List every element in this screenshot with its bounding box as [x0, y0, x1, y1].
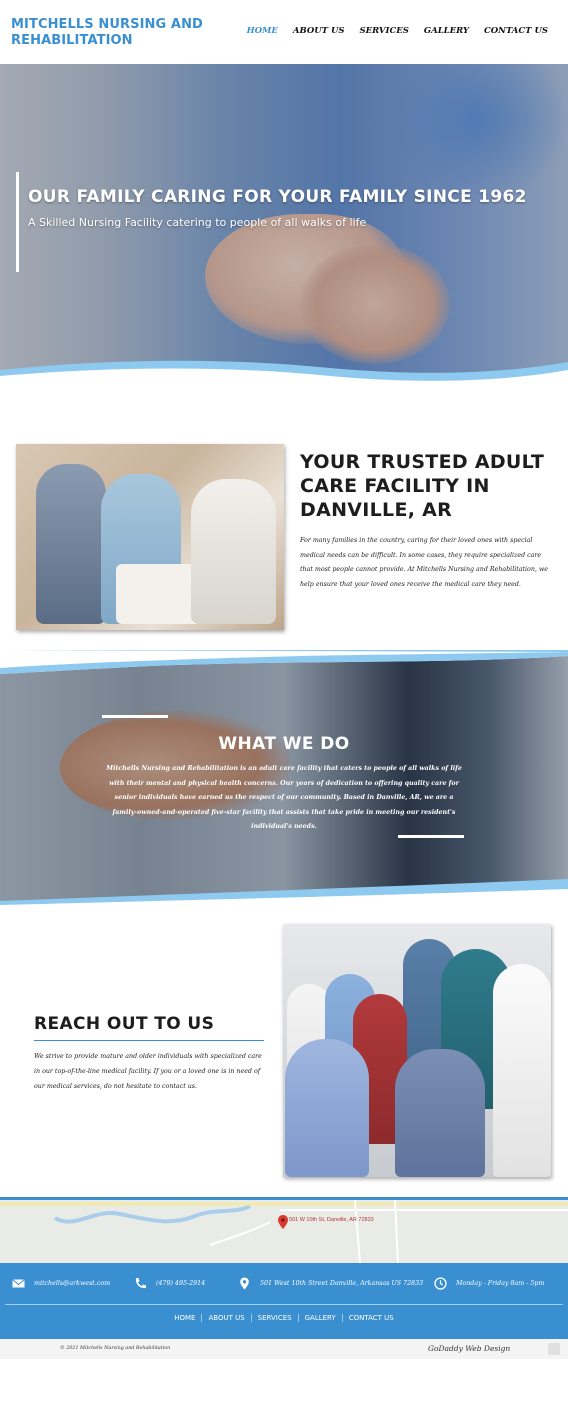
- footer-bottom-bar: © 2021 Mitchells Nursing and Rehabilitat…: [0, 1339, 568, 1359]
- photo-staff-member: [493, 964, 551, 1177]
- contact-bar: mitchells@arkwest.com (479) 495-2914 501…: [0, 1263, 568, 1339]
- contact-hours-text: Monday - Friday 8am - 5pm: [456, 1280, 545, 1287]
- what-we-do-section: WHAT WE DO Mitchells Nursing and Rehabil…: [0, 650, 568, 905]
- what-we-do-title: WHAT WE DO: [218, 734, 350, 754]
- medical-team-photo: [283, 924, 551, 1177]
- site-logo-text[interactable]: MITCHELLS NURSING AND REHABILITATION: [11, 17, 211, 49]
- site-header: MITCHELLS NURSING AND REHABILITATION HOM…: [0, 0, 568, 64]
- what-we-do-text: Mitchells Nursing and Rehabilitation is …: [106, 765, 462, 830]
- main-nav: HOME ABOUT US SERVICES GALLERY CONTACT U…: [247, 26, 548, 36]
- map-roads: [0, 1200, 568, 1263]
- photo-staff-member: [285, 1039, 369, 1177]
- location-map[interactable]: 501 W 10th St, Danville, AR 72833: [0, 1200, 568, 1263]
- clock-icon: [434, 1277, 447, 1290]
- hero-title: OUR FAMILY CARING FOR YOUR FAMILY SINCE …: [28, 187, 527, 207]
- nav-about-us[interactable]: ABOUT US: [293, 26, 345, 36]
- scroll-to-top-button[interactable]: [548, 1343, 560, 1355]
- copyright-text: © 2021 Mitchells Nursing and Rehabilitat…: [60, 1346, 171, 1351]
- nav-contact-us[interactable]: CONTACT US: [484, 26, 548, 36]
- photo-person-man: [36, 464, 106, 624]
- contact-address-text: 501 West 10th Street Danville, Arkansas …: [260, 1280, 424, 1287]
- contact-address: 501 West 10th Street Danville, Arkansas …: [238, 1277, 423, 1290]
- contact-phone-text[interactable]: (479) 495-2914: [156, 1280, 205, 1287]
- nav-services[interactable]: SERVICES: [360, 26, 409, 36]
- nav-home[interactable]: HOME: [247, 26, 278, 36]
- hero-wave-divider: [0, 360, 568, 400]
- photo-person-patient: [191, 479, 276, 624]
- about-photo: [16, 444, 284, 630]
- reach-out-text: We strive to provide mature and older in…: [34, 1053, 262, 1090]
- godaddy-credit-link[interactable]: GoDaddy Web Design: [428, 1344, 510, 1353]
- footer-nav: HOME ABOUT US SERVICES GALLERY CONTACT U…: [0, 1314, 568, 1322]
- wave-divider-bottom: [0, 879, 568, 905]
- accent-line-top: [102, 715, 168, 718]
- hero-banner: OUR FAMILY CARING FOR YOUR FAMILY SINCE …: [0, 64, 568, 400]
- contact-email[interactable]: mitchells@arkwest.com: [12, 1277, 110, 1290]
- hero-subtitle: A Skilled Nursing Facility catering to p…: [28, 216, 367, 229]
- hero-overlay: [0, 64, 568, 400]
- map-pin-icon[interactable]: [278, 1215, 288, 1229]
- location-pin-icon: [240, 1277, 249, 1290]
- about-text: For many families in the country, caring…: [300, 537, 549, 588]
- contact-phone[interactable]: (479) 495-2914: [134, 1277, 205, 1290]
- footer-nav-contact-us[interactable]: CONTACT US: [341, 1314, 400, 1322]
- accent-line-bottom: [398, 835, 464, 838]
- nav-gallery[interactable]: GALLERY: [424, 26, 469, 36]
- reach-out-underline: [34, 1040, 264, 1041]
- photo-staff-member: [395, 1049, 485, 1177]
- footer-nav-gallery[interactable]: GALLERY: [297, 1314, 342, 1322]
- contact-hours: Monday - Friday 8am - 5pm: [434, 1277, 544, 1290]
- map-pin-label: 501 W 10th St, Danville, AR 72833: [289, 1217, 374, 1223]
- footer-nav-services[interactable]: SERVICES: [250, 1314, 298, 1322]
- about-title: YOUR TRUSTED ADULT CARE FACILITY IN DANV…: [300, 451, 545, 521]
- envelope-icon: [12, 1279, 25, 1288]
- phone-icon: [135, 1278, 146, 1289]
- footer-nav-about-us[interactable]: ABOUT US: [201, 1314, 250, 1322]
- contact-divider: [5, 1304, 563, 1305]
- contact-email-text[interactable]: mitchells@arkwest.com: [34, 1280, 110, 1287]
- wave-divider-top: [0, 650, 568, 674]
- hero-accent-bar: [16, 172, 19, 272]
- reach-out-title: REACH OUT TO US: [34, 1014, 215, 1034]
- footer-nav-home[interactable]: HOME: [168, 1314, 201, 1322]
- contact-info-row: mitchells@arkwest.com (479) 495-2914 501…: [0, 1277, 568, 1293]
